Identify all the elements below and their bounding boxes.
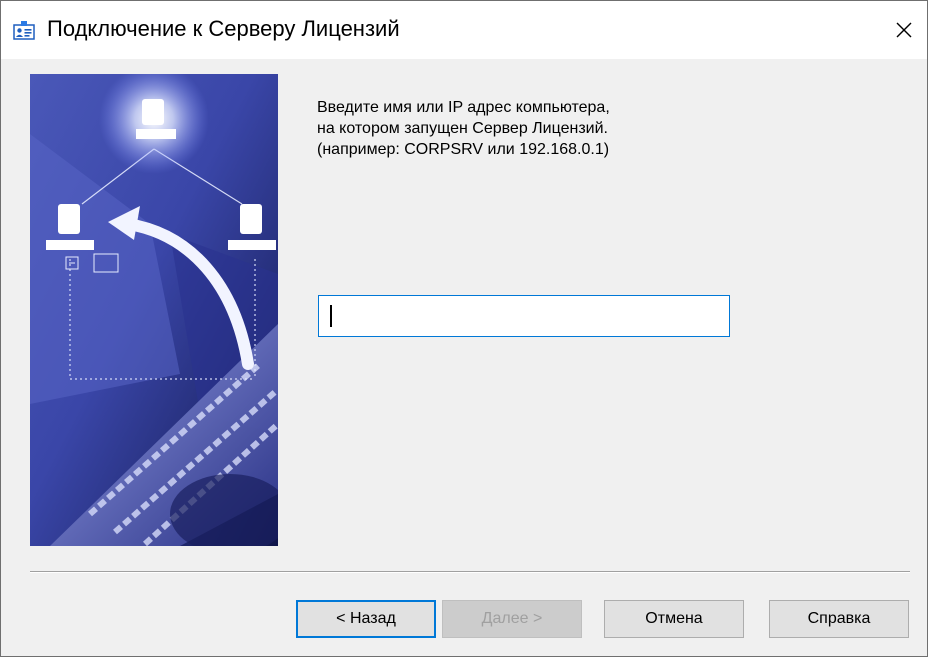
next-button[interactable]: Далее >	[442, 600, 582, 638]
button-separator	[30, 571, 910, 573]
close-icon	[896, 22, 912, 38]
close-button[interactable]	[881, 1, 927, 59]
instruction-line: (например: CORPSRV или 192.168.0.1)	[317, 141, 610, 158]
server-name-input[interactable]	[318, 295, 730, 337]
instruction-line: Введите имя или IP адрес компьютера,	[317, 99, 610, 116]
dialog-content: Введите имя или IP адрес компьютера, на …	[1, 59, 927, 656]
cancel-button[interactable]: Отмена	[604, 600, 744, 638]
back-button[interactable]: < Назад	[296, 600, 436, 638]
wizard-illustration	[30, 74, 278, 546]
license-server-icon	[13, 20, 35, 40]
window-title: Подключение к Серверу Лицензий	[47, 16, 400, 41]
instruction-line: на котором запущен Сервер Лицензий.	[317, 120, 608, 137]
help-button[interactable]: Справка	[769, 600, 909, 638]
instruction-text: Введите имя или IP адрес компьютера, на …	[317, 97, 737, 160]
text-cursor	[330, 305, 332, 327]
title-bar[interactable]: Подключение к Серверу Лицензий	[1, 1, 927, 59]
license-server-dialog: Подключение к Серверу Лицензий Введите и…	[0, 0, 928, 657]
